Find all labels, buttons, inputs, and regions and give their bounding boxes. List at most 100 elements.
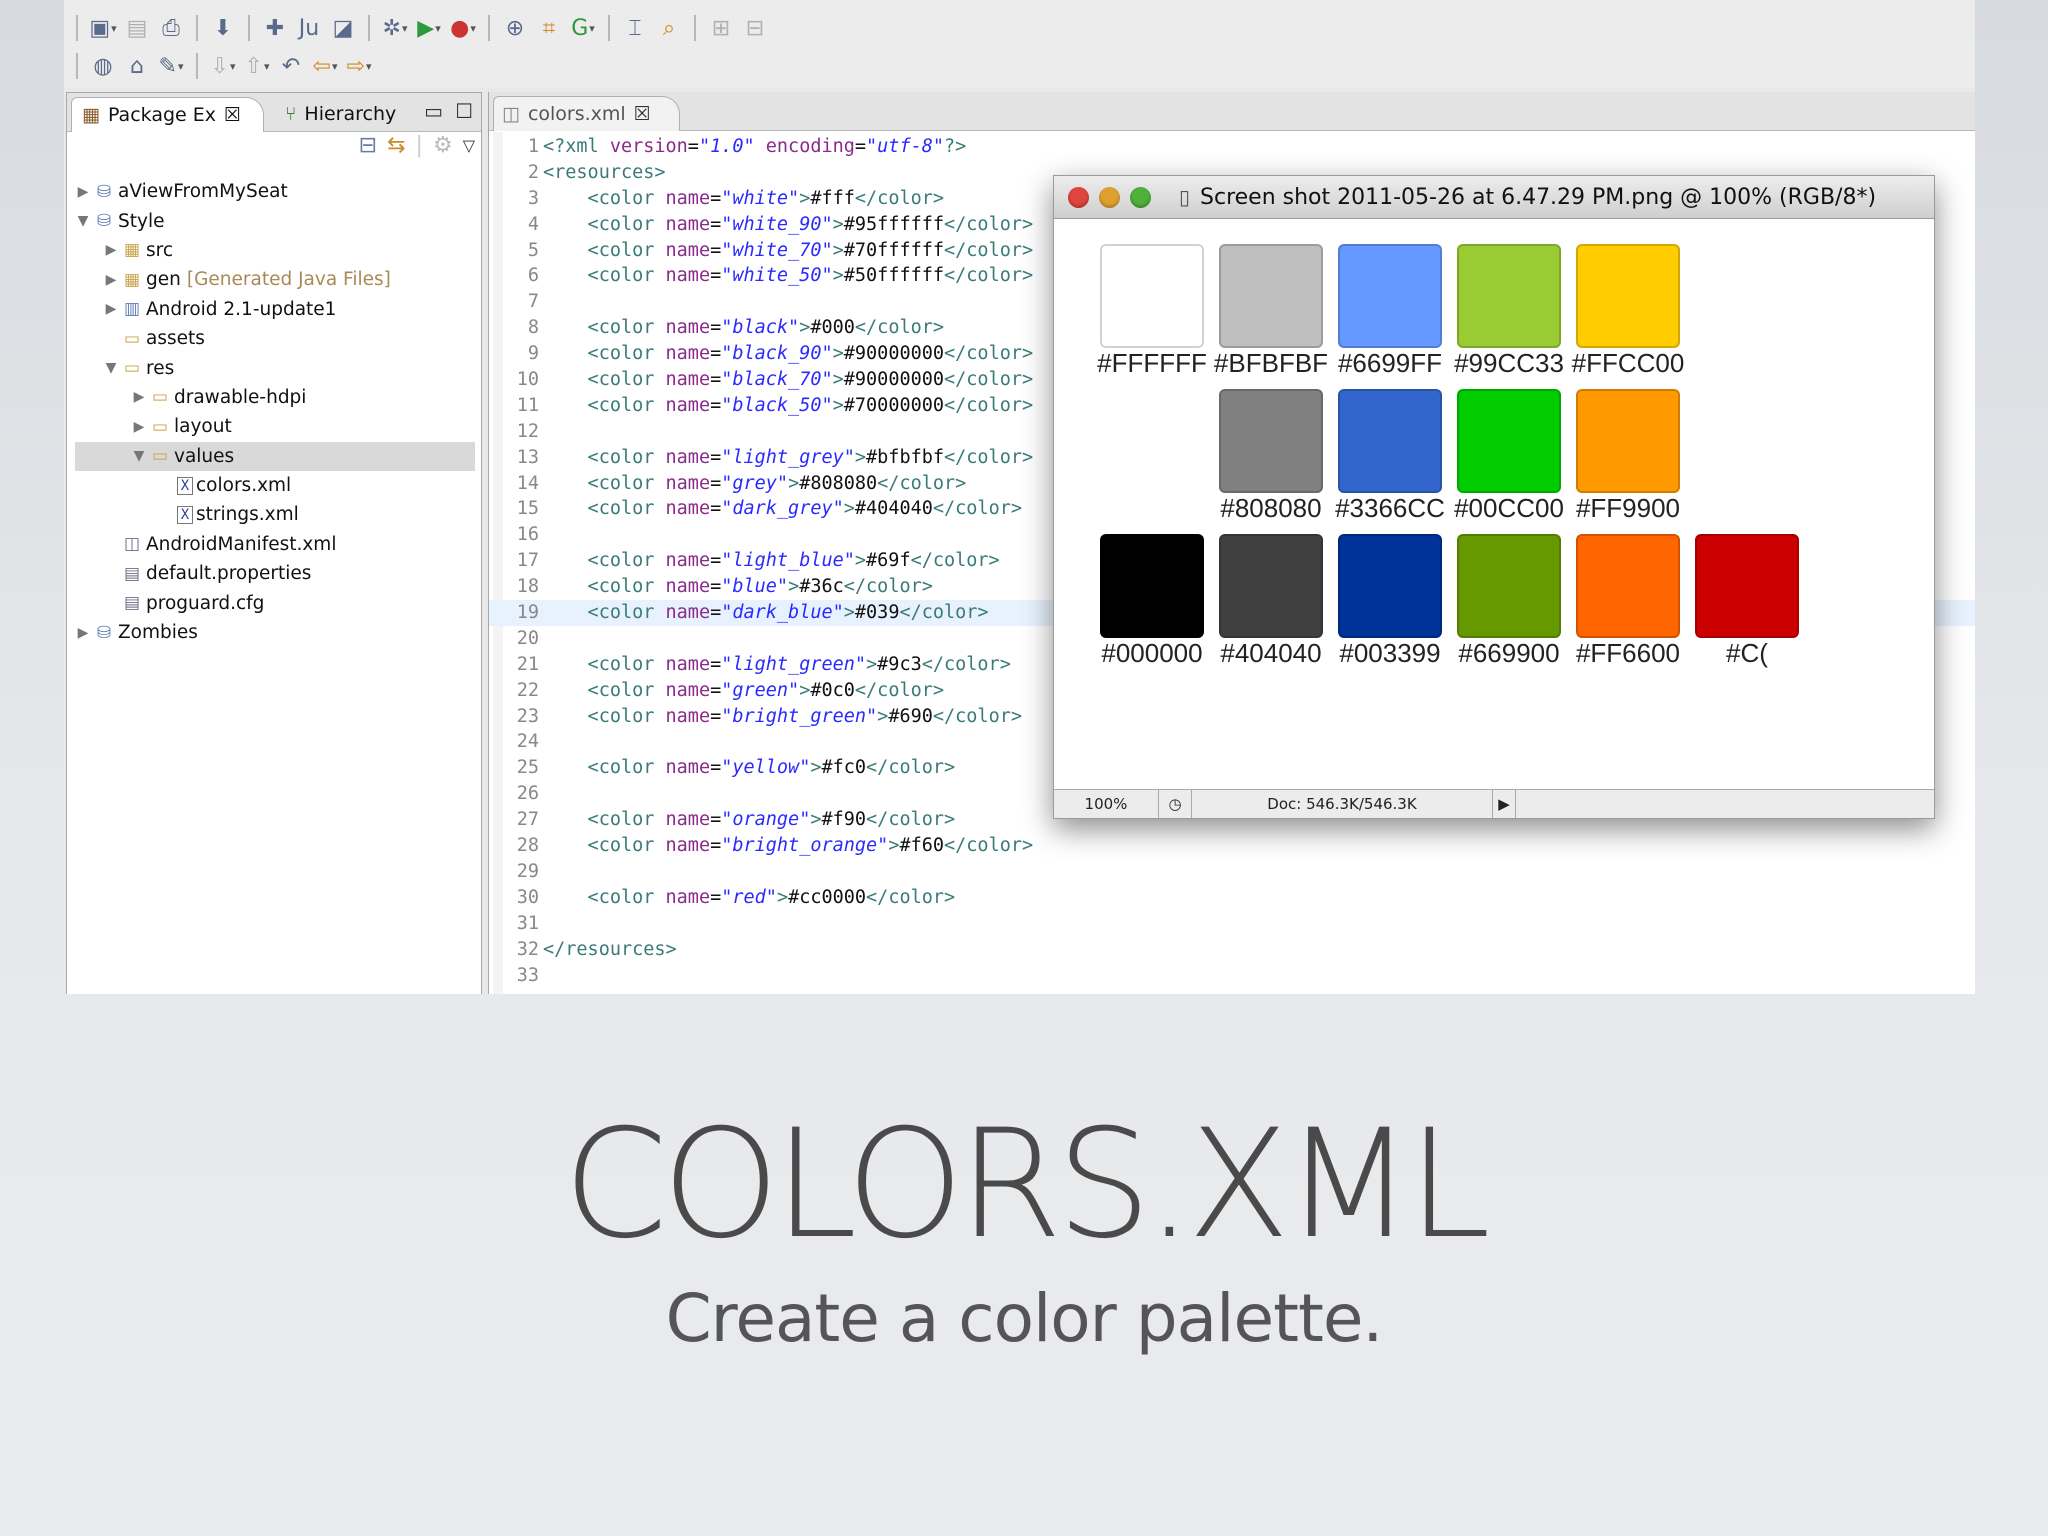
code-token: name <box>665 757 711 779</box>
code-token: "blue" <box>721 576 789 598</box>
code-line[interactable]: 33 <box>489 963 1975 989</box>
forward-icon[interactable]: ⇨ <box>344 51 374 81</box>
code-token: </color> <box>944 446 1034 468</box>
run-icon[interactable]: ▶ <box>414 13 444 43</box>
code-token: #9c3 <box>877 653 922 675</box>
code-token: > <box>843 602 855 624</box>
new-junit-icon[interactable]: Ju <box>294 13 324 43</box>
new-class-icon[interactable]: ⌗ <box>534 13 564 43</box>
collapse-arrow-icon[interactable]: ▼ <box>131 448 147 464</box>
close-icon[interactable]: ☒ <box>634 103 651 125</box>
open-type-icon[interactable]: ⌶ <box>620 13 650 43</box>
filter-icon[interactable]: ⚙ <box>433 133 453 158</box>
new-icon[interactable]: ▣ <box>88 13 118 43</box>
expand-icon[interactable]: ⊞ <box>706 13 736 43</box>
tree-item[interactable]: ▼ ▭ values <box>75 441 475 471</box>
previous-annotation-icon[interactable]: ⇧ <box>242 51 272 81</box>
line-number: 8 <box>527 317 539 339</box>
close-icon[interactable]: ☒ <box>224 104 241 126</box>
color-swatch <box>1457 389 1561 493</box>
code-line[interactable]: 32 </resources> <box>489 937 1975 963</box>
collapse-arrow-icon[interactable]: ▼ <box>103 360 119 376</box>
code-token: = <box>710 705 722 727</box>
debug-icon[interactable]: ✲ <box>380 13 410 43</box>
new-package-icon[interactable]: ⊕ <box>500 13 530 43</box>
code-token: <color <box>543 498 666 520</box>
xml-file-icon: X <box>177 476 193 495</box>
toolbar-separator <box>694 15 696 41</box>
close-window-button[interactable] <box>1068 186 1089 208</box>
line-number: 17 <box>516 550 539 572</box>
back-icon[interactable]: ⇦ <box>310 51 340 81</box>
tab-colors-xml[interactable]: ◫ colors.xml ☒ <box>493 96 680 131</box>
line-number: 13 <box>516 446 539 468</box>
collapse-all-icon[interactable]: ⊟ <box>359 133 377 158</box>
next-annotation-icon[interactable]: ⇩ <box>208 51 238 81</box>
code-token: </color> <box>944 239 1034 261</box>
tree-item[interactable]: ▤ proguard.cfg <box>75 588 475 617</box>
tree-item[interactable]: ▶ ▥ Android 2.1-update1 <box>75 295 475 324</box>
tree-item[interactable]: ◫ AndroidManifest.xml <box>75 530 475 559</box>
minimize-icon[interactable]: ▭ <box>424 99 443 123</box>
view-menu-icon[interactable]: ▽ <box>463 136 475 155</box>
new-android-project-icon[interactable]: ✚ <box>260 13 290 43</box>
status-menu-icon[interactable]: ◷ <box>1159 790 1192 818</box>
print-icon[interactable]: ⎙ <box>156 13 186 43</box>
tab-package-explorer[interactable]: ▦ Package Ex ☒ <box>71 97 265 132</box>
tree-item[interactable]: ▶ ▭ drawable-hdpi <box>75 383 475 412</box>
collapse-icon[interactable]: ⊟ <box>740 13 770 43</box>
code-token: <color <box>543 653 666 675</box>
tree-item-label: AndroidManifest.xml <box>146 533 337 555</box>
tree-item[interactable]: Xcolors.xml <box>75 471 475 500</box>
expand-arrow-icon[interactable]: ▶ <box>75 625 91 641</box>
tree-item[interactable]: ▼ ▭ res <box>75 353 475 382</box>
android-sdk-icon[interactable]: ⬇ <box>208 13 238 43</box>
last-edit-icon[interactable]: ↶ <box>276 51 306 81</box>
tree-item[interactable]: ▭ assets <box>75 324 475 353</box>
expand-arrow-icon[interactable]: ▶ <box>131 419 147 435</box>
code-line[interactable]: 1 <?xml version="1.0" encoding="utf-8"?> <box>489 134 1975 160</box>
status-arrow-icon[interactable]: ▶ <box>1493 790 1516 818</box>
tab-hierarchy[interactable]: ⑂ Hierarchy <box>285 97 396 131</box>
maximize-icon[interactable]: ☐ <box>455 99 473 123</box>
new-xml-file-icon[interactable]: ◪ <box>328 13 358 43</box>
zoom-level[interactable]: 100% <box>1054 790 1159 818</box>
code-token: name <box>665 239 711 261</box>
line-number: 14 <box>516 472 539 494</box>
tree-item[interactable]: ▶ ⛁ aViewFromMySeat <box>75 177 475 206</box>
save-icon[interactable]: ▤ <box>122 13 152 43</box>
code-line[interactable]: 28 <color name="bright_orange">#f60</col… <box>489 833 1975 859</box>
search-icon[interactable]: ⌕ <box>654 13 684 43</box>
code-token: = <box>710 369 722 391</box>
pen-icon[interactable]: ✎ <box>156 51 186 81</box>
tree-item[interactable]: Xstrings.xml <box>75 500 475 529</box>
code-token: "utf-8" <box>866 136 944 157</box>
expand-arrow-icon[interactable]: ▶ <box>131 389 147 405</box>
tree-item-label: res <box>146 357 175 379</box>
tree-item[interactable]: ▶ ▦ src <box>75 236 475 265</box>
code-line[interactable]: 30 <color name="red">#cc0000</color> <box>489 885 1975 911</box>
tree-item[interactable]: ▼ ⛁ Style <box>75 206 475 235</box>
open-task-icon[interactable]: ◍ <box>88 51 118 81</box>
expand-arrow-icon[interactable]: ▶ <box>103 242 119 258</box>
tree-item[interactable]: ▤ default.properties <box>75 559 475 588</box>
zoom-window-button[interactable] <box>1130 186 1151 208</box>
collapse-arrow-icon[interactable]: ▼ <box>75 213 91 229</box>
tree-item[interactable]: ▶ ▭ layout <box>75 412 475 441</box>
code-token: "grey" <box>721 472 789 494</box>
code-line[interactable]: 29 <box>489 859 1975 885</box>
tree-item[interactable]: ▶ ⛁ Zombies <box>75 618 475 647</box>
link-with-editor-icon[interactable]: ⇆ <box>387 133 405 158</box>
code-line[interactable]: 31 <box>489 911 1975 937</box>
preview-title: Screen shot 2011-05-26 at 6.47.29 PM.png… <box>1200 184 1877 210</box>
external-tools-icon[interactable]: ● <box>448 13 478 43</box>
tree-item[interactable]: ▶ ▦ gen [Generated Java Files] <box>75 265 475 294</box>
new-type-icon[interactable]: G <box>568 13 598 43</box>
open-folder-icon[interactable]: ⌂ <box>122 51 152 81</box>
file-icon: ▤ <box>123 593 141 614</box>
minimize-window-button[interactable] <box>1099 186 1120 208</box>
expand-arrow-icon[interactable]: ▶ <box>103 272 119 288</box>
code-token: > <box>832 213 844 235</box>
expand-arrow-icon[interactable]: ▶ <box>75 184 91 200</box>
expand-arrow-icon[interactable]: ▶ <box>103 301 119 317</box>
